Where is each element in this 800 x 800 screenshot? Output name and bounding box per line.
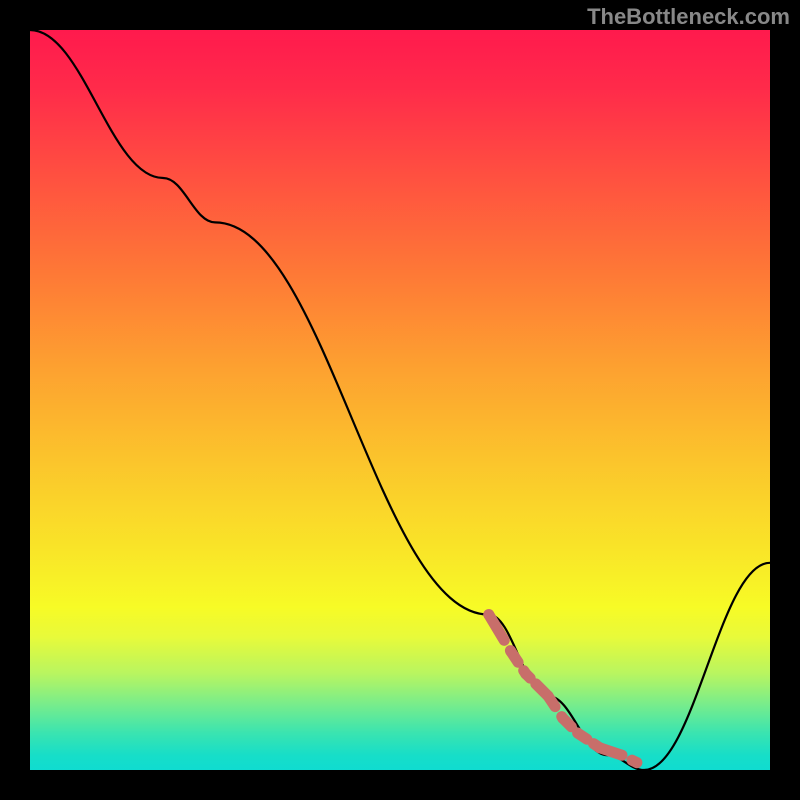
marker-dot — [631, 757, 642, 768]
marker-dot — [617, 750, 628, 761]
marker-dot — [572, 728, 583, 739]
curve-line — [30, 30, 770, 770]
chart-container: TheBottleneck.com — [0, 0, 800, 800]
marker-dot — [543, 691, 554, 702]
marker-dot — [557, 713, 568, 724]
watermark-label: TheBottleneck.com — [587, 4, 790, 30]
marker-dot — [520, 668, 531, 679]
marker-dot — [506, 646, 517, 657]
marker-dot — [594, 742, 605, 753]
chart-svg — [30, 30, 770, 770]
marker-dot — [483, 609, 494, 620]
